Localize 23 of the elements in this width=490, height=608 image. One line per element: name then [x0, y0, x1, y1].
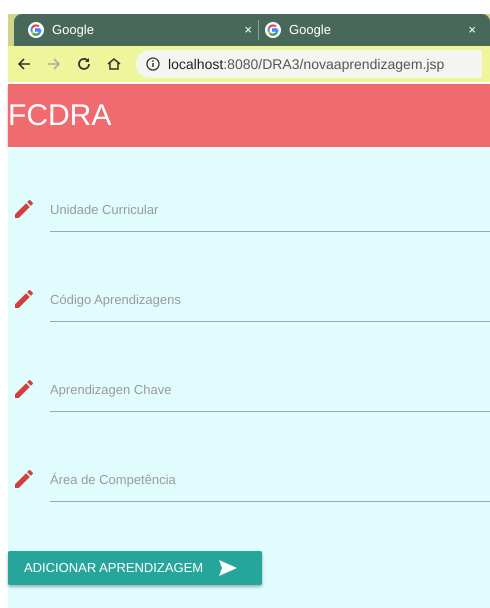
close-tab-icon[interactable]: ×	[468, 20, 476, 40]
google-icon	[265, 22, 281, 38]
address-bar[interactable]: localhost:8080/DRA3/novaaprendizagem.jsp	[136, 50, 482, 78]
close-tab-icon[interactable]: ×	[244, 20, 252, 40]
text-field[interactable]: Unidade Curricular	[50, 187, 490, 232]
pencil-icon	[12, 467, 36, 491]
url-path: :8080/DRA3/novaaprendizagem.jsp	[223, 56, 444, 72]
pencil-icon	[12, 287, 36, 311]
info-icon[interactable]	[146, 57, 160, 71]
text-field[interactable]: Aprendizagen Chave	[50, 367, 490, 412]
pencil-icon	[12, 197, 36, 221]
url-host: localhost	[168, 56, 224, 72]
reload-icon[interactable]	[76, 56, 92, 72]
back-icon[interactable]	[16, 56, 32, 72]
google-icon	[28, 22, 44, 38]
browser-tab[interactable]: Google ×	[259, 14, 482, 46]
text-field[interactable]: Código Aprendizagens	[50, 277, 490, 322]
home-icon[interactable]	[106, 56, 122, 72]
app-title: FCDRA	[8, 98, 112, 134]
text-field[interactable]: Área de Competência	[50, 457, 490, 502]
pencil-icon	[12, 377, 36, 401]
browser-tab[interactable]: Google ×	[22, 14, 258, 46]
send-icon	[219, 560, 238, 576]
